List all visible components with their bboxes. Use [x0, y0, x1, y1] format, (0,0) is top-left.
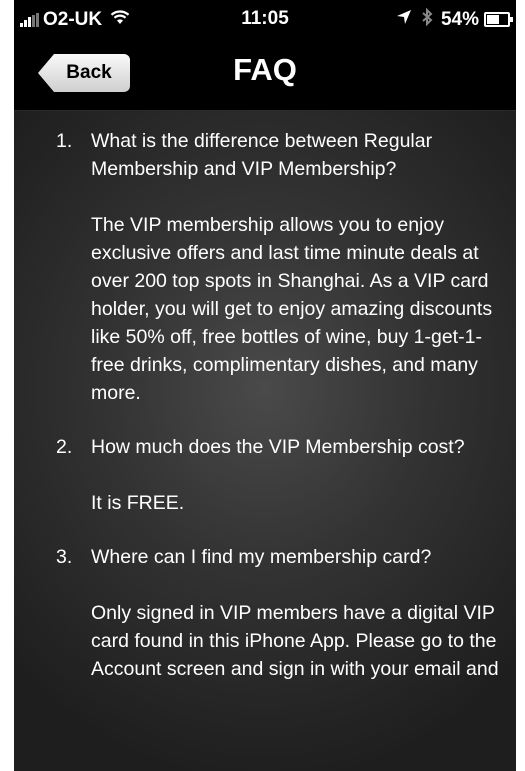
faq-item: 3. Where can I find my membership card? …: [14, 543, 516, 683]
faq-list: 1. What is the difference between Regula…: [14, 127, 516, 709]
faq-content[interactable]: 1. What is the difference between Regula…: [14, 111, 516, 771]
navigation-bar: Back FAQ: [14, 38, 516, 111]
faq-answer: The VIP membership allows you to enjoy e…: [91, 214, 493, 404]
faq-number: 1.: [56, 130, 73, 152]
phone-screen: O2-UK 11:05 54% Back FAQ 1. What is the …: [14, 0, 516, 771]
faq-question: What is the difference between Regular M…: [91, 130, 433, 180]
faq-answer: It is FREE.: [91, 492, 185, 514]
faq-item: 2. How much does the VIP Membership cost…: [14, 433, 516, 517]
faq-item: 1. What is the difference between Regula…: [14, 127, 516, 407]
battery-percent: 54%: [440, 8, 479, 30]
faq-number: 2.: [56, 436, 73, 458]
faq-number: 3.: [56, 546, 73, 568]
location-arrow-icon: [396, 9, 412, 30]
faq-answer: Only signed in VIP members have a digita…: [91, 602, 499, 680]
status-right: 54%: [396, 7, 513, 31]
battery-icon: [484, 12, 513, 27]
faq-question: Where can I find my membership card?: [91, 546, 432, 568]
status-bar: O2-UK 11:05 54%: [14, 0, 516, 38]
bluetooth-icon: [422, 7, 433, 31]
faq-question: How much does the VIP Membership cost?: [91, 436, 465, 458]
page-title: FAQ: [233, 52, 297, 87]
